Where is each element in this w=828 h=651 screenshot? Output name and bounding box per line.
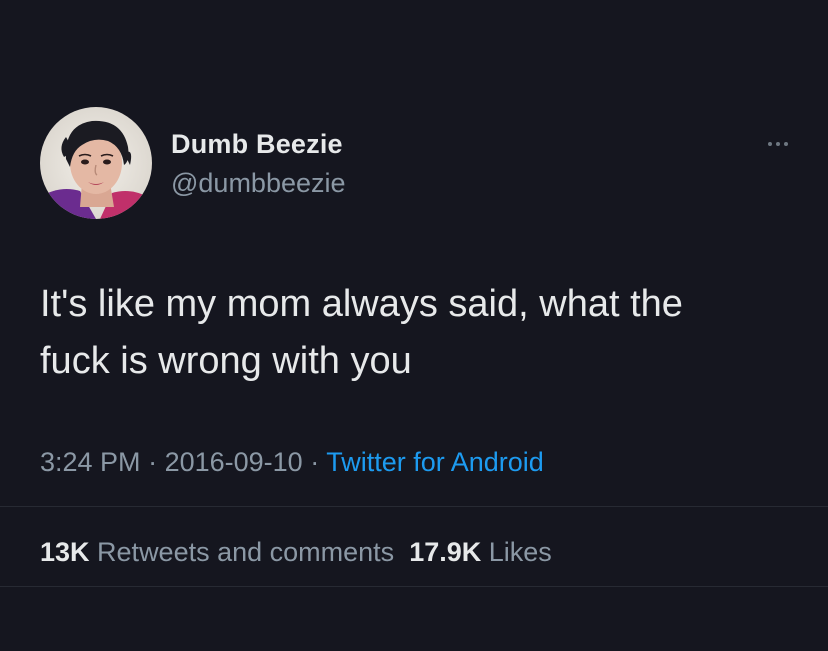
avatar[interactable]: [40, 107, 152, 219]
tweet-date[interactable]: 2016-09-10: [165, 447, 303, 477]
tweet-source-link[interactable]: Twitter for Android: [326, 447, 544, 477]
user-handle[interactable]: @dumbbeezie: [171, 168, 346, 199]
likes-count: 17.9K: [409, 537, 482, 567]
retweets-count: 13K: [40, 537, 90, 567]
tweet-time[interactable]: 3:24 PM: [40, 447, 141, 477]
tweet-stats: 13K Retweets and comments 17.9K Likes: [40, 537, 552, 568]
more-options-icon[interactable]: [760, 134, 796, 154]
likes-stat[interactable]: 17.9K Likes: [409, 537, 552, 567]
tweet-text: It's like my mom always said, what the f…: [40, 283, 683, 382]
more-dot: [776, 142, 780, 146]
tweet-card: Dumb Beezie @dumbbeezie It's like my mom…: [0, 0, 828, 651]
likes-label: Likes: [488, 537, 552, 567]
divider: [0, 506, 828, 507]
more-dot: [784, 142, 788, 146]
retweets-label: Retweets and comments: [97, 537, 395, 567]
tweet-meta: 3:24 PM · 2016-09-10 · Twitter for Andro…: [40, 447, 544, 478]
meta-separator: ·: [302, 447, 327, 477]
more-dot: [768, 142, 772, 146]
avatar-image: [40, 107, 152, 219]
retweets-stat[interactable]: 13K Retweets and comments: [40, 537, 394, 567]
display-name[interactable]: Dumb Beezie: [171, 129, 343, 160]
divider: [0, 586, 828, 587]
meta-separator: ·: [140, 447, 165, 477]
